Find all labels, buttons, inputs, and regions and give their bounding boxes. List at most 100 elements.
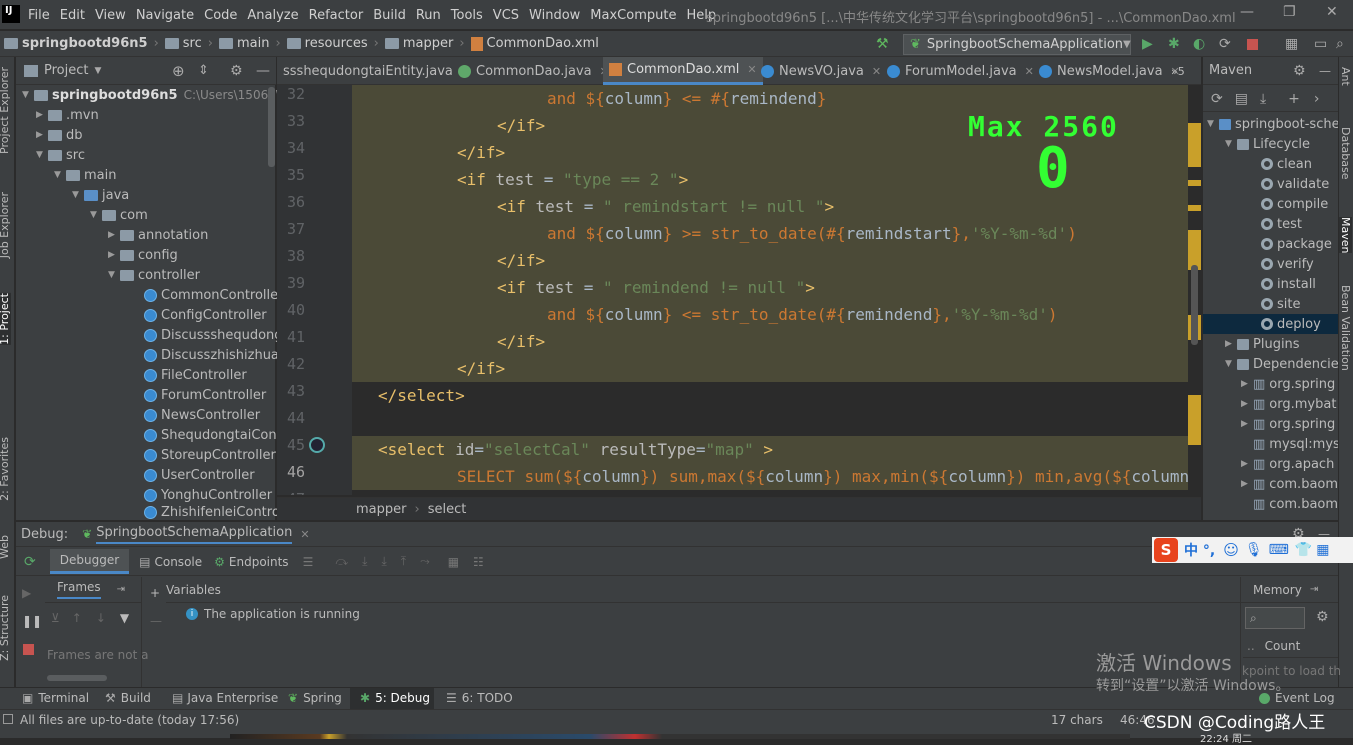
menu-analyze[interactable]: Analyze [247, 8, 298, 23]
frames-label[interactable]: Frames [57, 580, 101, 599]
close-icon[interactable]: ✕ [872, 65, 881, 78]
menu-code[interactable]: Code [204, 8, 237, 23]
maven-goal[interactable]: verify [1261, 254, 1314, 274]
hammer-icon[interactable]: ⚒ [876, 36, 889, 52]
mapper-navigation-icon[interactable] [309, 437, 325, 453]
minimize-icon[interactable]: — [1240, 4, 1254, 20]
close-icon[interactable]: ✕ [1326, 4, 1338, 20]
reload-icon[interactable]: ⟳ [1211, 91, 1223, 107]
search-everywhere-icon[interactable]: ⌕ [1336, 36, 1344, 52]
maven-dependency[interactable]: ▥ com.baom [1253, 494, 1338, 514]
tool-window-toggle-icon[interactable] [3, 714, 13, 724]
menu-view[interactable]: View [95, 8, 126, 23]
tab-forummodel-java[interactable]: ForumModel.java ✕ [881, 57, 1040, 85]
tab-newsmodel-java[interactable]: NewsModel.java ✕ [1033, 57, 1186, 85]
maven-root[interactable]: ▼ springboot-sche [1207, 114, 1338, 134]
memory-search-input[interactable]: ⌕ [1245, 607, 1305, 629]
maven-dependency[interactable]: ▥ mysql:mys [1253, 434, 1338, 454]
tab-console[interactable]: Console [154, 555, 202, 569]
tree-item[interactable]: ▶ config [108, 245, 178, 265]
scrollbar[interactable] [268, 87, 275, 167]
gear-icon[interactable]: ⚙ [1316, 609, 1329, 625]
tab-shequdongtai-entity[interactable]: ssshequdongtaiEntity.java✕ [277, 57, 476, 85]
step-out-icon[interactable]: ⤒ [401, 554, 406, 569]
crumb-src[interactable]: src [183, 36, 202, 51]
tree-item[interactable]: ForumController [144, 385, 266, 405]
tree-item[interactable]: ConfigController [144, 305, 267, 325]
profile-icon[interactable]: ⟳ [1219, 36, 1231, 52]
trace-icon[interactable]: ☷ [473, 555, 484, 569]
tree-item[interactable]: StoreupController [144, 445, 276, 465]
menu-build[interactable]: Build [373, 8, 406, 23]
add-icon[interactable]: + [150, 586, 160, 600]
tree-item[interactable]: ▼ controller [108, 265, 200, 285]
debug-tab[interactable]: ✱ 5: Debug [360, 691, 430, 705]
hide-icon[interactable]: — [256, 63, 270, 79]
menu-maxcompute[interactable]: MaxCompute [590, 8, 676, 23]
tree-item[interactable]: ZhishifenleiControlle [144, 505, 295, 520]
project-panel-title[interactable]: Project [44, 63, 88, 78]
menu-run[interactable]: Run [416, 8, 441, 23]
crumb-main[interactable]: main [237, 36, 269, 51]
evaluate-icon[interactable]: ▦ [448, 555, 459, 569]
favorites-tab[interactable]: 2: Favorites [0, 437, 11, 501]
crumb-select[interactable]: select [428, 502, 467, 517]
tree-item[interactable]: ▼ main [54, 165, 116, 185]
tree-item[interactable]: ▼ src [36, 145, 85, 165]
count-column[interactable]: Count [1265, 639, 1301, 653]
locate-icon[interactable]: ⊕ [172, 62, 185, 80]
download-icon[interactable]: ⤓ [1260, 91, 1266, 107]
pause-icon[interactable]: ❚❚ [22, 614, 42, 628]
maven-goal[interactable]: install [1261, 274, 1316, 294]
menu-tools[interactable]: Tools [451, 8, 483, 23]
tree-item[interactable]: Discusszhishizhuanc [144, 345, 294, 365]
crumb-mapper[interactable]: mapper [403, 36, 453, 51]
web-tab[interactable]: Web [0, 535, 11, 559]
more-icon[interactable]: › [1314, 91, 1320, 107]
more-tabs-button[interactable]: »5 [1165, 57, 1191, 85]
todo-tab[interactable]: ☰ 6: TODO [446, 691, 513, 705]
spring-tab[interactable]: ❦ Spring [288, 691, 342, 705]
scrollbar[interactable] [47, 675, 107, 681]
tree-item[interactable]: NewsController [144, 405, 260, 425]
sogou-logo-icon[interactable]: S [1154, 538, 1178, 562]
maven-dependency[interactable]: ▶ ▥ org.mybat [1241, 394, 1336, 414]
maven-goal[interactable]: validate [1261, 174, 1329, 194]
tree-item[interactable]: Discussshequdongt [144, 325, 288, 345]
tab-endpoints[interactable]: Endpoints [229, 555, 289, 569]
gear-icon[interactable]: ⚙ [230, 63, 243, 79]
memory-label[interactable]: Memory [1253, 583, 1302, 597]
menu-window[interactable]: Window [529, 8, 580, 23]
tree-item[interactable]: UserController [144, 465, 255, 485]
project-tab[interactable]: 1: Project [0, 293, 11, 345]
scrollbar[interactable] [1191, 265, 1198, 345]
arrow-down-icon[interactable]: ↓ [96, 611, 106, 625]
maven-goal[interactable]: clean [1261, 154, 1312, 174]
keyboard-icon[interactable]: ⌨ [1269, 542, 1289, 558]
maven-goal[interactable]: test [1261, 214, 1302, 234]
debug-icon[interactable]: ✱ [1168, 36, 1180, 52]
maven-tab[interactable]: Maven [1339, 217, 1352, 254]
structure-tab[interactable]: Z: Structure [0, 595, 11, 661]
maven-dependency[interactable]: ▶ ▥ org.apach [1241, 454, 1334, 474]
force-step-into-icon[interactable]: ⤓ [381, 554, 386, 569]
menu-edit[interactable]: Edit [60, 8, 85, 23]
tab-newsvo-java[interactable]: NewsVO.java ✕ [755, 57, 887, 85]
maven-goal-selected[interactable]: deploy [1261, 314, 1321, 334]
collapse-all-icon[interactable]: ⇕ [198, 63, 209, 78]
ant-tab[interactable]: Ant [1339, 67, 1352, 86]
hide-icon[interactable]: — [1319, 64, 1331, 78]
tree-item[interactable]: FileController [144, 365, 247, 385]
maven-lifecycle[interactable]: ▼ Lifecycle [1225, 134, 1310, 154]
tree-item[interactable]: ▶ .mvn [36, 105, 99, 125]
tree-root[interactable]: ▼ springbootd96n5 C:\Users\15067\De [22, 85, 297, 105]
maven-dependency[interactable]: ▶ ▥ com.baom [1241, 474, 1338, 494]
maven-dependencies[interactable]: ▼ Dependencie [1225, 354, 1338, 374]
tree-item[interactable]: YonghuController [144, 485, 272, 505]
debug-session-tab[interactable]: SpringbootSchemaApplication [96, 525, 293, 544]
tree-item[interactable]: ▶ annotation [108, 225, 208, 245]
chevron-down-icon[interactable]: ▼ [94, 66, 101, 76]
tree-item[interactable]: ShequdongtaiContr [144, 425, 287, 445]
step-over-icon[interactable]: ⤼ [335, 554, 348, 569]
maven-dependency[interactable]: ▶ ▥ org.spring [1241, 414, 1335, 434]
